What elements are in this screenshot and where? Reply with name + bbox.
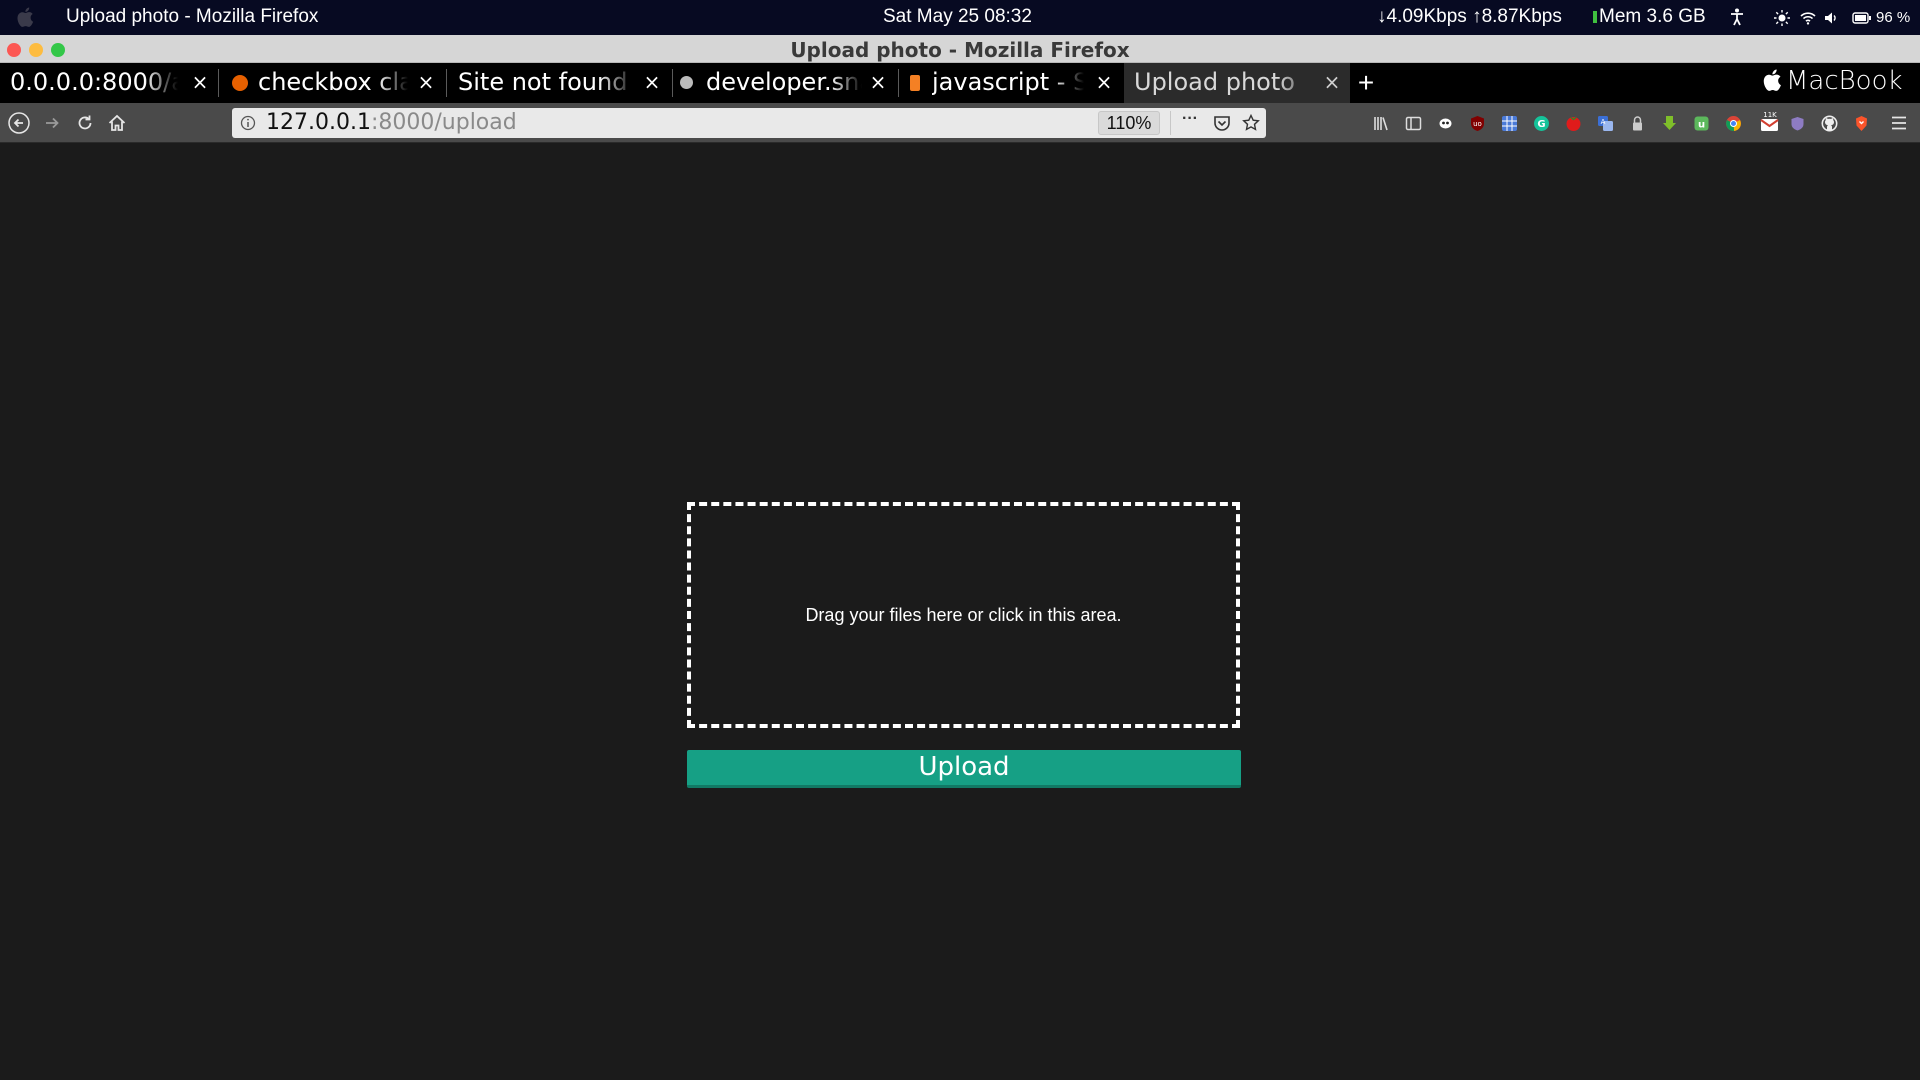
translate-icon[interactable]: A	[1597, 115, 1614, 132]
file-dropzone[interactable]: Drag your files here or click in this ar…	[687, 502, 1240, 728]
stackoverflow-favicon-icon	[910, 75, 920, 91]
window-title: Upload photo - Mozilla Firefox	[790, 38, 1130, 62]
memory-text: Mem 3.6 GB	[1599, 6, 1706, 27]
tab-close-icon[interactable]: ×	[642, 71, 662, 93]
github-icon[interactable]	[1821, 115, 1838, 132]
volume-icon[interactable]	[1824, 11, 1838, 25]
hamburger-menu-icon[interactable]	[1890, 115, 1908, 131]
network-speed-indicator: ↓4.09Kbps ↑8.87Kbps	[1377, 6, 1562, 27]
new-tab-button[interactable]: +	[1354, 67, 1378, 99]
back-button-icon[interactable]	[8, 112, 30, 134]
tab-close-icon[interactable]: ×	[1322, 71, 1342, 93]
tab-separator	[898, 69, 899, 97]
brightness-icon[interactable]	[1774, 10, 1790, 26]
url-path: :8000/upload	[370, 110, 517, 135]
url-host: 127.0.0.1	[266, 110, 371, 135]
accessibility-icon[interactable]	[1730, 8, 1744, 26]
menubar-clock[interactable]: Sat May 25 08:32	[883, 6, 1032, 28]
shield-icon[interactable]	[1789, 115, 1806, 132]
system-menubar: Upload photo - Mozilla Firefox Sat May 2…	[0, 0, 1920, 35]
tab-label: Site not found · G	[458, 68, 634, 96]
navigation-toolbar: 127.0.0.1:8000/upload 110% ··· uo G A u …	[0, 103, 1920, 143]
address-bar[interactable]: 127.0.0.1:8000/upload 110% ···	[232, 108, 1266, 138]
ublock-icon[interactable]: uo	[1469, 115, 1486, 132]
tab-separator	[672, 69, 673, 97]
tab-close-icon[interactable]: ×	[190, 71, 210, 93]
svg-text:uo: uo	[1473, 120, 1482, 128]
apple-menu-icon[interactable]	[16, 7, 34, 27]
download-icon[interactable]	[1661, 115, 1678, 132]
menubar-app-title[interactable]: Upload photo - Mozilla Firefox	[66, 6, 318, 28]
bookmark-star-icon[interactable]	[1242, 114, 1260, 132]
tab-label: developer.snap	[706, 68, 862, 96]
lock-icon[interactable]	[1629, 115, 1646, 132]
tab-strip: 0.0.0.0:8000/at × checkbox class × Site …	[0, 63, 1920, 103]
macbook-brand-label: MacBook	[1762, 66, 1903, 96]
tab-close-icon[interactable]: ×	[416, 71, 436, 93]
svg-text:A: A	[1601, 118, 1606, 126]
dropzone-text: Drag your files here or click in this ar…	[805, 604, 1122, 625]
brave-icon[interactable]	[1853, 115, 1870, 132]
site-info-icon[interactable]	[240, 115, 256, 131]
gmail-badge: 11K	[1763, 111, 1777, 119]
grammarly-icon[interactable]: G	[1533, 115, 1550, 132]
home-button-icon[interactable]	[106, 112, 128, 134]
page-content: Drag your files here or click in this ar…	[0, 144, 1920, 1080]
tab-checkbox-class[interactable]: checkbox class ×	[226, 63, 444, 103]
tab-close-icon[interactable]: ×	[868, 71, 888, 93]
gmail-icon[interactable]: 11K	[1757, 111, 1783, 133]
battery-percentage: 96 %	[1876, 9, 1911, 26]
tab-developer-snap[interactable]: developer.snap ×	[674, 63, 896, 103]
tab-upload-photo[interactable]: Upload photo ×	[1124, 63, 1350, 103]
tab-label: javascript - Sub	[932, 68, 1084, 96]
utorrent-icon[interactable]: u	[1693, 115, 1710, 132]
reload-button-icon[interactable]	[74, 112, 96, 134]
sidebar-icon[interactable]	[1405, 115, 1422, 132]
upload-button[interactable]: Upload	[687, 750, 1241, 788]
tab-javascript-sub[interactable]: javascript - Sub ×	[900, 63, 1122, 103]
grid-icon[interactable]	[1501, 115, 1518, 132]
window-titlebar[interactable]: Upload photo - Mozilla Firefox	[0, 35, 1920, 63]
zoom-level-button[interactable]: 110%	[1098, 111, 1160, 135]
firefox-favicon-icon	[232, 75, 248, 91]
tab-separator	[218, 69, 219, 97]
globe-favicon-icon	[680, 76, 693, 89]
battery-icon[interactable]	[1852, 12, 1872, 24]
ghostery-icon[interactable]	[1437, 115, 1454, 132]
svg-text:u: u	[1698, 120, 1705, 131]
tab-separator	[446, 69, 447, 97]
tab-localhost-at[interactable]: 0.0.0.0:8000/at ×	[0, 63, 218, 103]
url-text[interactable]: 127.0.0.1:8000/upload	[266, 110, 517, 135]
tab-site-not-found[interactable]: Site not found · G ×	[448, 63, 670, 103]
tomato-icon[interactable]	[1565, 115, 1582, 132]
forward-button-icon[interactable]	[41, 112, 63, 134]
brand-text: MacBook	[1786, 66, 1903, 96]
tab-label: 0.0.0.0:8000/at	[10, 68, 178, 96]
pocket-icon[interactable]	[1213, 114, 1231, 132]
tab-close-icon[interactable]: ×	[1094, 71, 1114, 93]
url-separator	[1170, 111, 1171, 135]
tab-label: checkbox class	[258, 68, 408, 96]
library-icon[interactable]	[1373, 115, 1390, 132]
page-actions-icon[interactable]: ···	[1182, 110, 1200, 128]
memory-indicator: Mem 3.6 GB	[1593, 6, 1706, 28]
wifi-icon[interactable]	[1800, 11, 1816, 25]
apple-logo-icon	[1763, 69, 1781, 91]
memory-bar-icon	[1593, 11, 1597, 23]
chrome-icon[interactable]	[1725, 115, 1742, 132]
tab-label: Upload photo	[1134, 68, 1295, 96]
svg-text:G: G	[1537, 119, 1545, 130]
